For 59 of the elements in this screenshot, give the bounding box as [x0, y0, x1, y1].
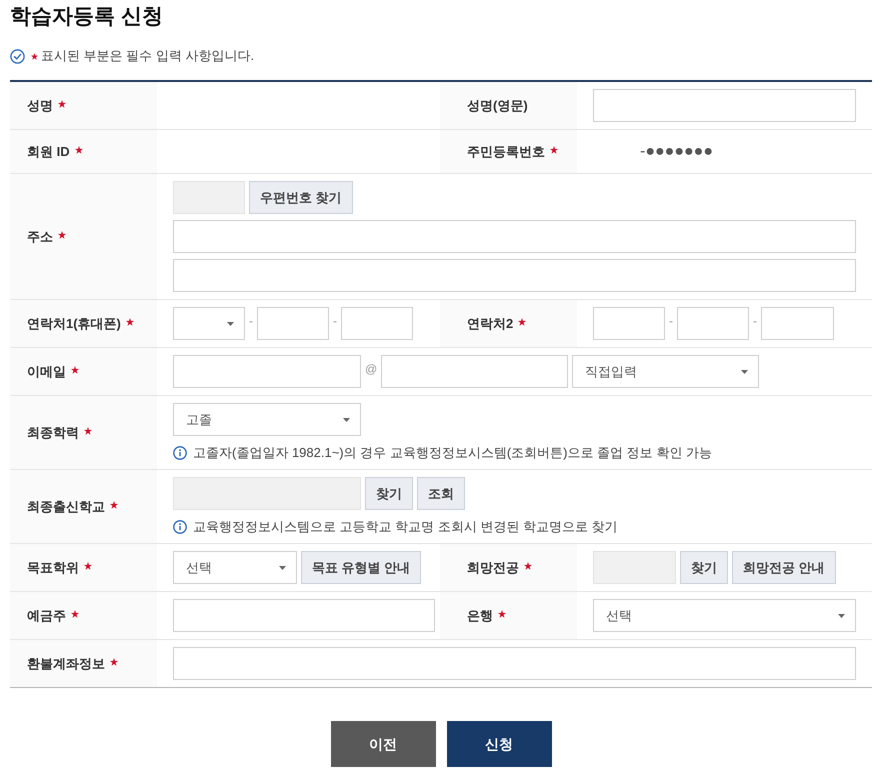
- dropdown[interactable]: 고졸: [173, 403, 361, 436]
- field-label: 회원 ID: [27, 142, 70, 161]
- caret-icon: [227, 322, 234, 326]
- caret-icon: [279, 566, 286, 570]
- info-note: 고졸자(졸업일자 1982.1~)의 경우 교육행정정보시스템(조회버튼)으로 졸업 정보 확인 가능: [193, 444, 712, 462]
- input-field[interactable]: [173, 355, 361, 388]
- separator-text: -: [753, 313, 757, 329]
- action-button[interactable]: 찾기: [680, 551, 728, 584]
- field-label: 최종출신학교: [27, 498, 105, 516]
- action-button[interactable]: 찾기: [365, 477, 413, 510]
- separator-text: -: [669, 313, 673, 329]
- separator-text: -: [249, 313, 253, 329]
- info-note: 교육행정정보시스템으로 고등학교 학교명 조회시 변경된 학교명으로 찾기: [193, 518, 618, 536]
- field-label: 환불계좌정보: [27, 654, 105, 673]
- input-field[interactable]: [677, 307, 749, 340]
- input-field[interactable]: [761, 307, 834, 340]
- separator-text: @: [365, 361, 378, 377]
- field-label: 이메일: [27, 362, 66, 381]
- field-label: 최종학력: [27, 424, 79, 442]
- field-label: 연락처1(휴대폰): [27, 314, 121, 333]
- input-field[interactable]: [173, 259, 856, 292]
- separator-text: -: [333, 313, 337, 329]
- field-label: 희망전공: [467, 558, 519, 577]
- action-button[interactable]: 희망전공 안내: [732, 551, 836, 584]
- input-field[interactable]: [173, 647, 856, 680]
- info-icon: [173, 520, 187, 534]
- field-label: 주소: [27, 228, 53, 246]
- submit-button[interactable]: 신청: [446, 721, 552, 767]
- caret-icon: [741, 370, 748, 374]
- input-field[interactable]: [381, 355, 568, 388]
- action-button[interactable]: 목표 유형별 안내: [301, 551, 422, 584]
- action-button[interactable]: 우편번호 찾기: [249, 181, 353, 214]
- dropdown[interactable]: [173, 307, 245, 340]
- caret-icon: [343, 418, 350, 422]
- back-button[interactable]: 이전: [330, 721, 436, 767]
- input-field[interactable]: [593, 89, 856, 122]
- field-label: 주민등록번호: [467, 142, 545, 161]
- required-star-icon: [31, 52, 38, 60]
- field-label: 연락처2: [467, 314, 514, 333]
- notice-text: 표시된 부분은 필수 입력 사항입니다.: [41, 47, 254, 65]
- field-label: 성명(영문): [467, 96, 528, 115]
- input-field[interactable]: [173, 220, 856, 253]
- check-circle-icon: [10, 48, 25, 64]
- dropdown[interactable]: 선택: [593, 599, 856, 632]
- dropdown[interactable]: 직접입력: [572, 355, 760, 388]
- input-field[interactable]: [173, 599, 435, 632]
- input-field[interactable]: [257, 307, 329, 340]
- input-field[interactable]: [341, 307, 413, 340]
- info-icon: [173, 446, 187, 460]
- input-field[interactable]: [593, 307, 665, 340]
- dropdown[interactable]: 선택: [173, 551, 297, 584]
- action-button[interactable]: 조회: [417, 477, 465, 510]
- caret-icon: [838, 614, 845, 618]
- field-label: 성명: [27, 96, 53, 115]
- page-title: 학습자등록 신청: [10, 4, 164, 30]
- masked-value: -●●●●●●●: [640, 142, 713, 162]
- field-label: 예금주: [27, 606, 66, 625]
- field-label: 은행: [467, 606, 493, 625]
- field-label: 목표학위: [27, 558, 79, 577]
